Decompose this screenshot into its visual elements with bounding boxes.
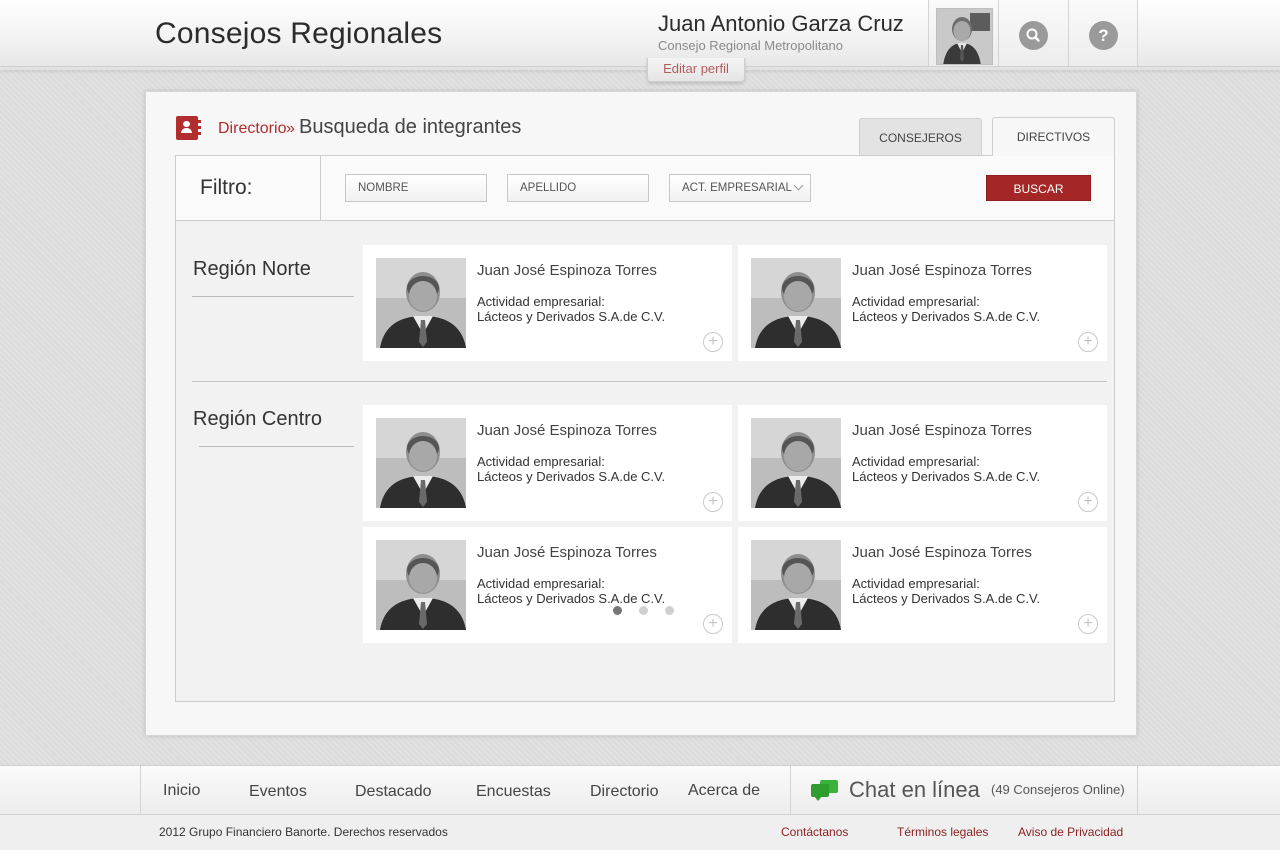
member-activity-value: Lácteos y Derivados S.A.de C.V. <box>852 469 1041 484</box>
pagination-dots <box>613 606 683 616</box>
region-norte-title: Región Norte <box>193 258 311 280</box>
chat-bubbles-icon <box>811 780 839 804</box>
expand-plus-icon[interactable]: + <box>1078 492 1098 512</box>
tab-directivos[interactable]: DIRECTIVOS <box>992 117 1115 156</box>
member-activity-value: Lácteos y Derivados S.A.de C.V. <box>477 309 666 324</box>
member-photo <box>376 258 466 348</box>
member-photo <box>376 418 466 508</box>
avatar[interactable] <box>936 8 993 65</box>
expand-plus-icon[interactable]: + <box>1078 614 1098 634</box>
member-activity-value: Lácteos y Derivados S.A.de C.V. <box>477 591 666 606</box>
filter-bar: Filtro: NOMBRE APELLIDO ACT. EMPRESARIAL… <box>176 156 1114 221</box>
help-cell[interactable]: ? <box>1068 0 1138 70</box>
online-count: (49 Consejeros Online) <box>991 782 1125 797</box>
edit-profile-button[interactable]: Editar perfil <box>647 58 745 82</box>
copyright-text: 2012 Grupo Financiero Banorte. Derechos … <box>159 825 448 839</box>
expand-plus-icon[interactable]: + <box>703 332 723 352</box>
buscar-button[interactable]: BUSCAR <box>986 175 1091 201</box>
chat-online-block[interactable]: Chat en línea (49 Consejeros Online) <box>790 766 1138 815</box>
page-dot-3[interactable] <box>665 606 674 615</box>
member-name: Juan José Espinoza Torres <box>852 544 1032 561</box>
region-centro-title: Región Centro <box>193 408 322 430</box>
chevron-down-icon <box>793 180 804 191</box>
help-button[interactable]: ? <box>1089 21 1118 50</box>
tab-consejeros[interactable]: CONSEJEROS <box>859 118 982 155</box>
nav-destacado[interactable]: Destacado <box>355 783 432 801</box>
contact-link[interactable]: Contáctanos <box>781 825 848 839</box>
region-centro-underline <box>199 446 354 447</box>
help-icon: ? <box>1098 26 1109 45</box>
member-activity-label: Actividad empresarial: <box>852 294 980 309</box>
nav-directorio[interactable]: Directorio <box>590 783 658 801</box>
member-activity-label: Actividad empresarial: <box>477 454 605 469</box>
member-photo <box>751 258 841 348</box>
directory-icon <box>176 116 201 140</box>
member-card[interactable]: Juan José Espinoza Torres Actividad empr… <box>738 405 1107 521</box>
search-button[interactable] <box>1019 21 1048 50</box>
footer-nav-bar: Inicio Eventos Destacado Encuestas Direc… <box>0 765 1280 815</box>
legal-terms-link[interactable]: Términos legales <box>897 825 988 839</box>
member-photo <box>751 418 841 508</box>
expand-plus-icon[interactable]: + <box>703 492 723 512</box>
member-card[interactable]: Juan José Espinoza Torres Actividad empr… <box>363 527 732 643</box>
search-icon <box>1026 28 1040 42</box>
expand-plus-icon[interactable]: + <box>703 614 723 634</box>
member-name: Juan José Espinoza Torres <box>852 262 1032 279</box>
top-header: Consejos Regionales Juan Antonio Garza C… <box>0 0 1280 70</box>
member-activity-label: Actividad empresarial: <box>477 294 605 309</box>
member-activity-value: Lácteos y Derivados S.A.de C.V. <box>852 591 1041 606</box>
results-box: Filtro: NOMBRE APELLIDO ACT. EMPRESARIAL… <box>175 155 1115 702</box>
nav-acerca-de[interactable]: Acerca de <box>688 782 760 800</box>
region-separator <box>192 381 1107 382</box>
footer-nav: Inicio Eventos Destacado Encuestas Direc… <box>140 766 790 815</box>
member-photo <box>376 540 466 630</box>
avatar-photo <box>937 9 992 64</box>
page-title: Busqueda de integrantes <box>299 116 522 138</box>
directory-panel: Directorio » Busqueda de integrantes CON… <box>145 91 1137 736</box>
member-name: Juan José Espinoza Torres <box>477 422 657 439</box>
actividad-empresarial-value: ACT. EMPRESARIAL <box>682 182 792 194</box>
chat-label[interactable]: Chat en línea <box>849 777 980 803</box>
nombre-input[interactable]: NOMBRE <box>345 174 487 202</box>
member-name: Juan José Espinoza Torres <box>477 262 657 279</box>
member-card[interactable]: Juan José Espinoza Torres Actividad empr… <box>363 405 732 521</box>
user-council: Consejo Regional Metropolitano <box>658 38 844 53</box>
member-card[interactable]: Juan José Espinoza Torres Actividad empr… <box>738 245 1107 361</box>
filter-label: Filtro: <box>176 156 321 220</box>
header-divider <box>0 66 1280 70</box>
expand-plus-icon[interactable]: + <box>1078 332 1098 352</box>
nav-encuestas[interactable]: Encuestas <box>476 783 551 801</box>
member-activity-value: Lácteos y Derivados S.A.de C.V. <box>852 309 1041 324</box>
breadcrumb-directorio-link[interactable]: Directorio <box>218 120 286 138</box>
app-title: Consejos Regionales <box>155 17 443 50</box>
breadcrumb-separator: » <box>286 120 295 137</box>
member-activity-label: Actividad empresarial: <box>477 576 605 591</box>
privacy-notice-link[interactable]: Aviso de Privacidad <box>1018 825 1123 839</box>
member-photo <box>751 540 841 630</box>
page-dot-2[interactable] <box>639 606 648 615</box>
page-dot-1[interactable] <box>613 606 622 615</box>
member-name: Juan José Espinoza Torres <box>477 544 657 561</box>
search-cell[interactable] <box>998 0 1068 70</box>
member-activity-value: Lácteos y Derivados S.A.de C.V. <box>477 469 666 484</box>
profile-avatar-cell[interactable] <box>928 0 998 70</box>
region-norte-underline <box>192 296 354 297</box>
member-card[interactable]: Juan José Espinoza Torres Actividad empr… <box>363 245 732 361</box>
member-card[interactable]: Juan José Espinoza Torres Actividad empr… <box>738 527 1107 643</box>
apellido-input[interactable]: APELLIDO <box>507 174 649 202</box>
member-name: Juan José Espinoza Torres <box>852 422 1032 439</box>
actividad-empresarial-select[interactable]: ACT. EMPRESARIAL <box>669 174 811 202</box>
member-activity-label: Actividad empresarial: <box>852 454 980 469</box>
member-activity-label: Actividad empresarial: <box>852 576 980 591</box>
nav-eventos[interactable]: Eventos <box>249 783 307 801</box>
user-name: Juan Antonio Garza Cruz <box>658 11 904 36</box>
nav-inicio[interactable]: Inicio <box>163 782 200 800</box>
footer-bottom: 2012 Grupo Financiero Banorte. Derechos … <box>0 815 1280 850</box>
